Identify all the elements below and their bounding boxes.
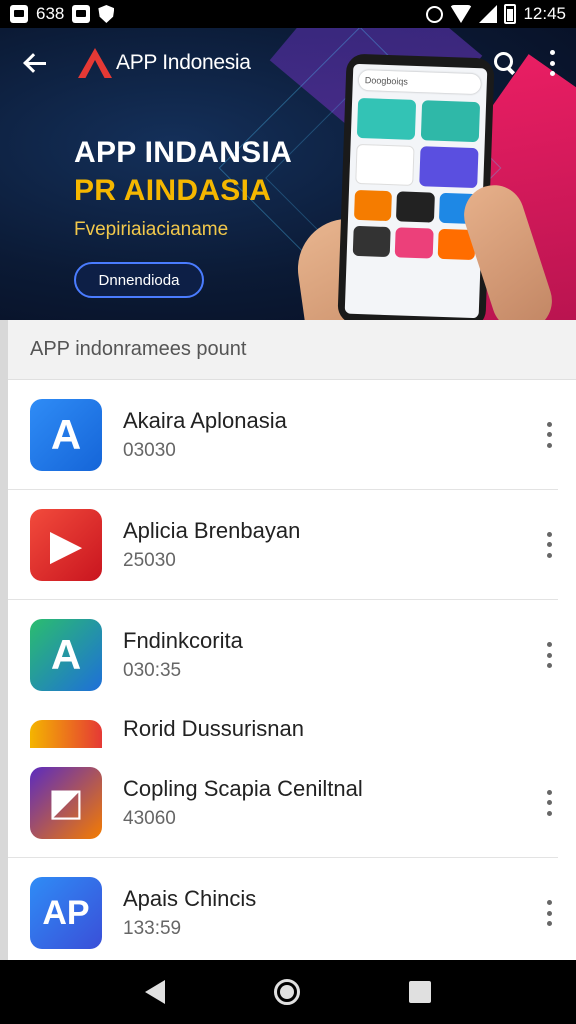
nav-recents-icon[interactable] <box>409 981 432 1003</box>
wifi-icon <box>450 5 473 23</box>
section-header: APP indonramees pount <box>8 320 576 380</box>
phone-tile <box>396 191 435 223</box>
phone-tile <box>420 100 481 143</box>
app-name: Rorid Dussurisnan <box>123 716 304 741</box>
item-more-icon[interactable] <box>544 642 554 668</box>
phone-app-row <box>352 225 476 261</box>
app-list-item[interactable]: AP Apais Chincis 133:59 <box>8 858 558 968</box>
left-edge <box>0 320 8 960</box>
app-subtitle: 43060 <box>123 807 176 829</box>
app-icon: A <box>30 398 102 471</box>
phone-app-grid <box>355 97 481 189</box>
search-icon[interactable] <box>492 50 518 76</box>
phone-tile <box>353 189 393 222</box>
app-list-item-partial[interactable]: Rorid Dussurisnan <box>8 710 576 748</box>
phone-screen: Doogboiqs <box>344 63 488 319</box>
app-subtitle: 25030 <box>123 549 176 571</box>
app-icon: ◩ <box>30 766 102 839</box>
item-more-icon[interactable] <box>544 900 554 926</box>
banner-tagline: Fvepiriaiacianame <box>74 219 229 240</box>
app-subtitle: 03030 <box>123 439 176 461</box>
app-list-item[interactable]: A Akaira Aplonasia 03030 <box>8 380 558 490</box>
item-more-icon[interactable] <box>544 789 554 816</box>
toolbar-title: APP Indonesia <box>116 51 251 74</box>
item-more-icon[interactable] <box>544 421 554 448</box>
status-time: 12:45 <box>523 4 566 23</box>
back-arrow-icon[interactable] <box>20 48 50 78</box>
shield-icon <box>98 5 115 23</box>
notification-icon <box>10 5 28 23</box>
toolbar: APP Indonesia <box>0 28 576 98</box>
phone-tile <box>356 97 417 140</box>
app-logo-icon <box>78 48 112 78</box>
nav-home-icon[interactable] <box>273 979 300 1005</box>
app-icon: A <box>30 619 102 691</box>
gallery-icon <box>72 5 91 23</box>
more-options-icon[interactable] <box>548 50 556 76</box>
phone-tile <box>352 225 392 258</box>
status-left-text: 638 <box>36 4 65 23</box>
app-subtitle: 133:59 <box>123 918 182 939</box>
app-icon: ▶ <box>30 508 102 581</box>
app-subtitle: 030:35 <box>123 660 182 681</box>
phone-tile <box>355 143 415 186</box>
phone-app-row <box>353 189 477 225</box>
app-name: Apais Chincis <box>123 886 257 911</box>
app-name: Aplicia Brenbayan <box>123 517 301 543</box>
hero-banner: APP Indonesia APP INDANSIA PR AINDASIA F… <box>0 28 576 320</box>
banner-headline: APP INDANSIA <box>74 136 293 169</box>
app-list: A Akaira Aplonasia 03030 ▶ Aplicia Brenb… <box>8 380 576 968</box>
banner-headline-secondary: PR AINDASIA <box>74 174 272 207</box>
signal-icon <box>479 5 498 23</box>
app-list-item[interactable]: ▶ Aplicia Brenbayan 25030 <box>8 490 558 600</box>
item-more-icon[interactable] <box>544 531 554 558</box>
system-nav-bar <box>0 960 576 1024</box>
alarm-icon <box>426 5 444 23</box>
status-bar: 638 12:45 <box>0 0 576 28</box>
phone-tile <box>395 227 434 259</box>
app-list-item[interactable]: ◩ Copling Scapia Ceniltnal 43060 <box>8 748 558 858</box>
app-name: Fndinkcorita <box>123 628 243 653</box>
app-name: Copling Scapia Ceniltnal <box>123 775 363 801</box>
app-list-item[interactable]: A Fndinkcorita 030:35 <box>8 600 558 710</box>
nav-back-icon[interactable] <box>144 980 165 1004</box>
battery-icon <box>504 4 517 24</box>
app-name: Akaira Aplonasia <box>123 407 287 433</box>
phone-tile <box>419 146 479 189</box>
app-icon <box>30 710 102 748</box>
app-icon: AP <box>30 877 102 949</box>
banner-cta-button[interactable]: Dnnendioda <box>74 262 204 298</box>
